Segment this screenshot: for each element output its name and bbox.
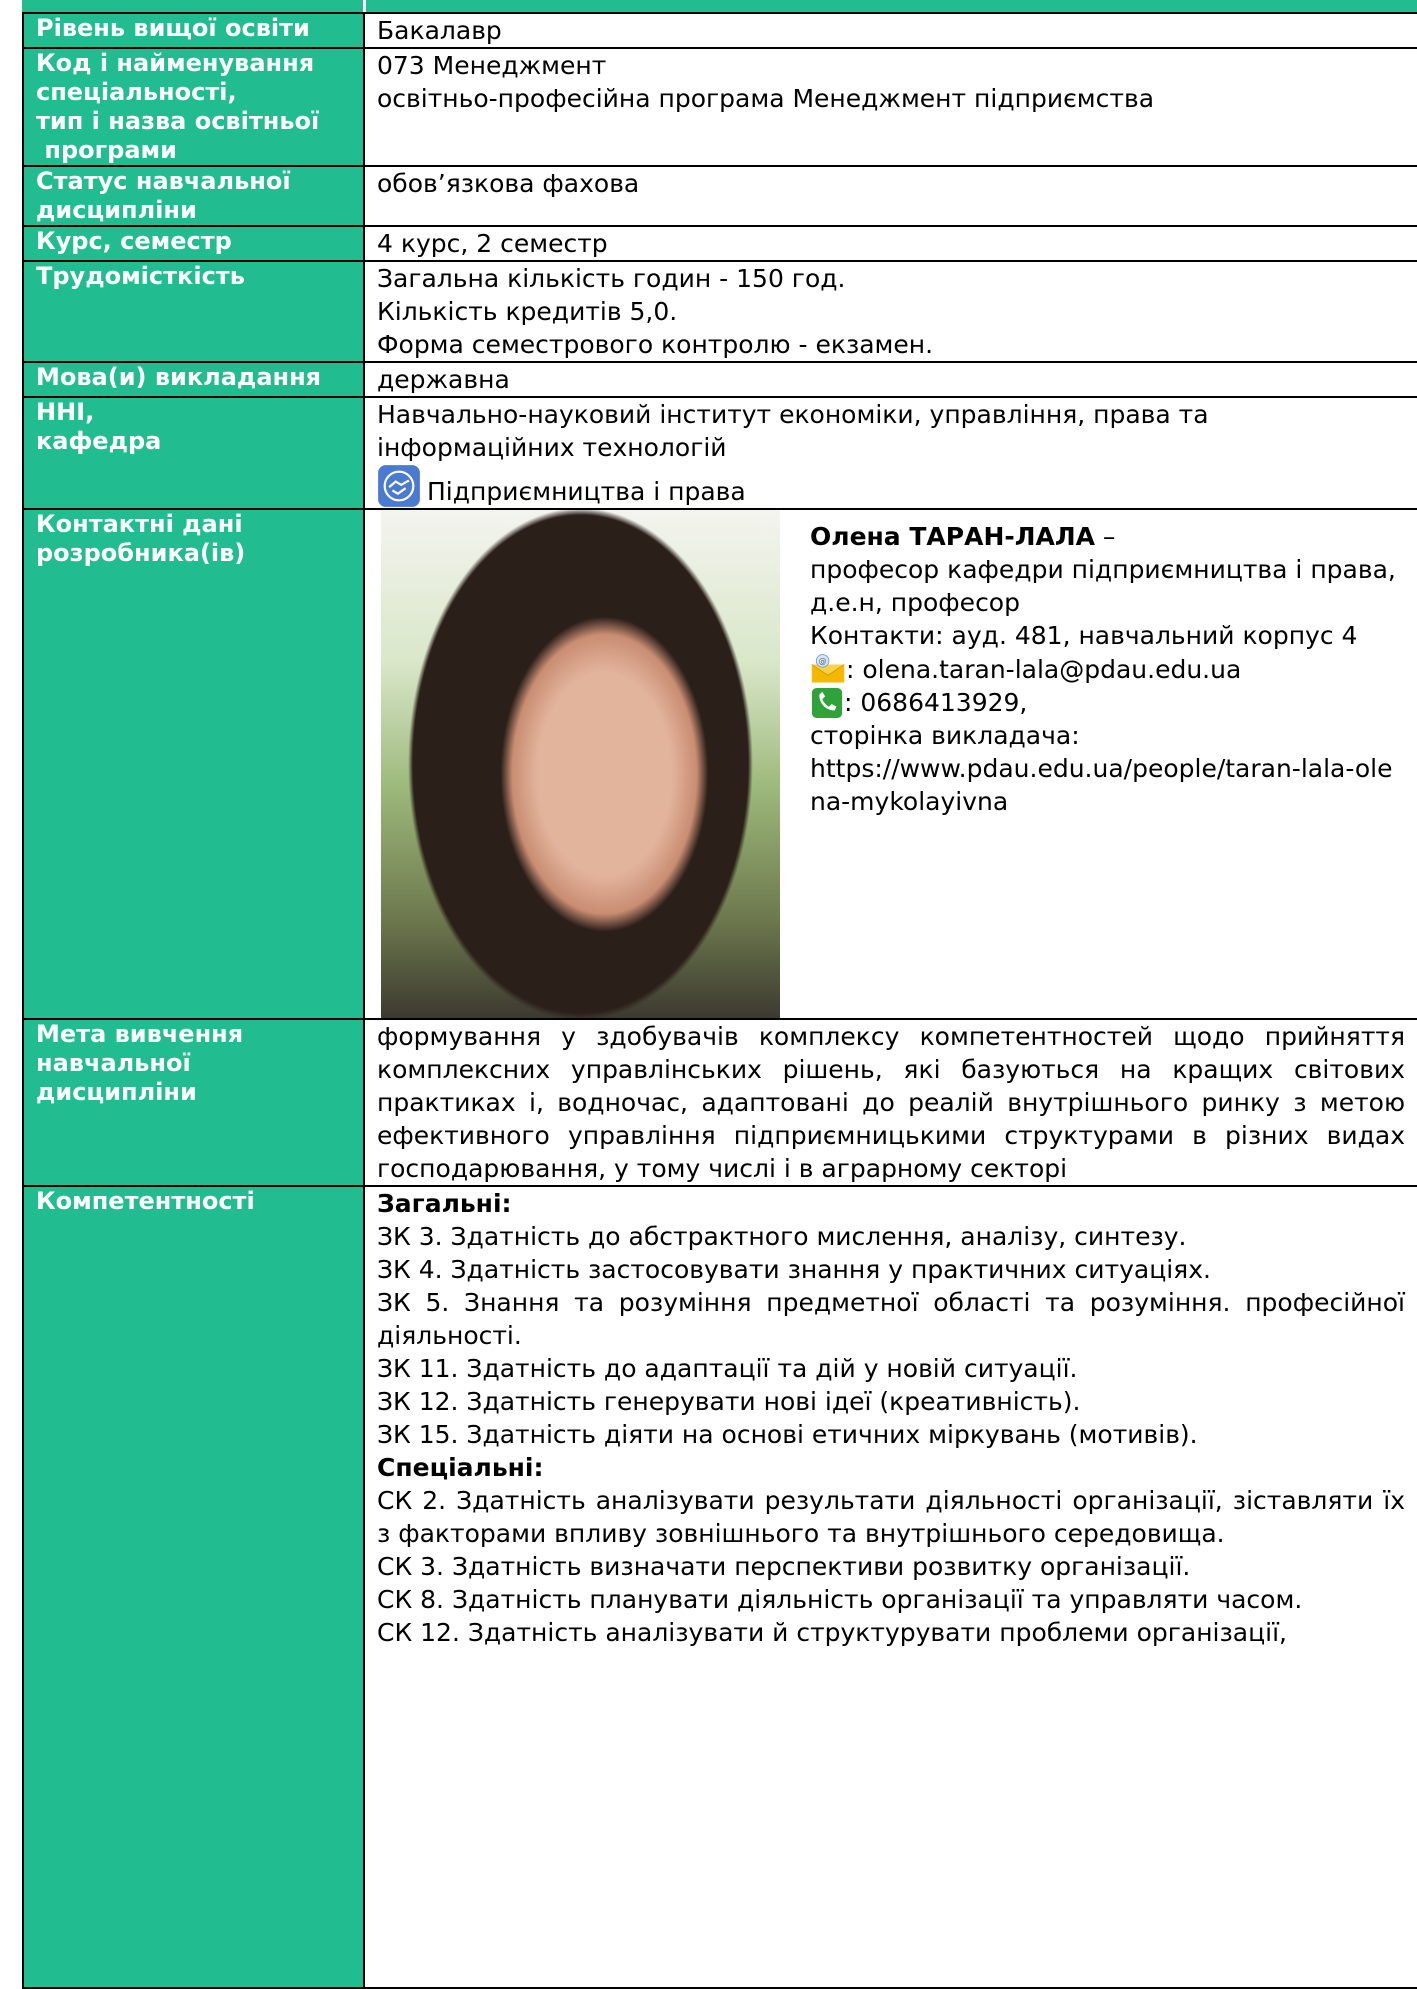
label-status: Статус навчальної дисципліни	[22, 165, 365, 227]
phone-row: : 0686413929,	[810, 686, 1405, 719]
value-status: обов’язкова фахова	[363, 165, 1417, 227]
teacher-name-line: Олена ТАРАН-ЛАЛА –	[810, 520, 1405, 553]
label-line: програми	[36, 136, 177, 164]
label-line: ННІ,	[36, 398, 95, 426]
value-course: 4 курс, 2 семестр	[363, 225, 1417, 262]
competence-item: ЗК 4. Здатність застосовувати знання у п…	[377, 1255, 1211, 1284]
value-goal: формування у здобувачів комплексу компет…	[363, 1018, 1417, 1187]
label-institute: ННІ, кафедра	[22, 396, 365, 510]
label-line: Статус навчальної	[36, 167, 291, 195]
label-line: тип і назва освітньої	[36, 107, 320, 135]
teacher-email[interactable]: : olena.taran-lala@pdau.edu.ua	[846, 653, 1241, 686]
phone-icon	[811, 687, 843, 718]
teacher-page-link[interactable]: https://www.pdau.edu.ua/people/taran-lal…	[810, 752, 1405, 818]
value-institute: Навчально-науковий інститут економіки, у…	[363, 396, 1417, 510]
competence-item: ЗК 15. Здатність діяти на основі етичних…	[377, 1420, 1198, 1449]
teacher-photo	[381, 510, 780, 1018]
label-workload: Трудомісткість	[22, 260, 365, 363]
svg-text:@: @	[819, 656, 827, 666]
value-workload: Загальна кількість годин - 150 год. Кіль…	[363, 260, 1417, 363]
label-line: дисципліни	[36, 1078, 197, 1106]
value-contacts: Олена ТАРАН-ЛАЛА – професор кафедри підп…	[363, 508, 1417, 1020]
competence-item: СК 2. Здатність аналізувати результати д…	[377, 1486, 1405, 1548]
label-line: кафедра	[36, 427, 162, 455]
value-line: інформаційних технологій	[377, 433, 727, 462]
name-dash: –	[1094, 522, 1116, 551]
label-line: навчальної	[36, 1049, 191, 1077]
value-line: Кількість кредитів 5,0.	[377, 297, 678, 326]
label-contacts: Контактні дані розробника(ів)	[22, 508, 365, 1020]
label-specialty: Код і найменування спеціальності, тип і …	[22, 47, 365, 167]
label-line: Код і найменування	[36, 49, 315, 77]
competence-item: СК 8. Здатність планувати діяльність орг…	[377, 1585, 1303, 1614]
value-language: державна	[363, 361, 1417, 398]
label-line: Контактні дані	[36, 510, 243, 538]
row-course: Курс, семестр 4 курс, 2 семестр	[22, 225, 1417, 262]
competence-item: ЗК 11. Здатність до адаптації та дій у н…	[377, 1354, 1078, 1383]
email-row: @ : olena.taran-lala@pdau.edu.ua	[810, 652, 1405, 686]
competence-item: ЗК 5. Знання та розуміння предметної обл…	[377, 1288, 1405, 1350]
label-goal: Мета вивчення навчальної дисципліни	[22, 1018, 365, 1187]
value-education-level: Бакалавр	[363, 12, 1417, 49]
department-line: Підприємництва і права	[377, 464, 1405, 508]
label-course: Курс, семестр	[22, 225, 365, 262]
contact-details: Олена ТАРАН-ЛАЛА – професор кафедри підп…	[810, 510, 1405, 1018]
value-competences: Загальні: ЗК 3. Здатність до абстрактног…	[363, 1185, 1417, 1989]
label-line: дисципліни	[36, 196, 197, 224]
person-card: Олена ТАРАН-ЛАЛА – професор кафедри підп…	[377, 510, 1405, 1018]
competence-item: ЗК 3. Здатність до абстрактного мислення…	[377, 1222, 1187, 1251]
value-line: Загальна кількість годин - 150 год.	[377, 264, 846, 293]
teacher-position: професор кафедри підприємництва і права,…	[810, 555, 1396, 617]
row-specialty: Код і найменування спеціальності, тип і …	[22, 47, 1417, 167]
label-language: Мова(и) викладання	[22, 361, 365, 398]
value-line: Навчально-науковий інститут економіки, у…	[377, 400, 1209, 429]
value-line: Форма семестрового контролю - екзамен.	[377, 330, 934, 359]
competence-item: ЗК 12. Здатність генерувати нові ідеї (к…	[377, 1387, 1081, 1416]
row-status: Статус навчальної дисципліни обов’язкова…	[22, 165, 1417, 227]
row-competences: Компетентності Загальні: ЗК 3. Здатність…	[22, 1185, 1417, 1989]
department-name: Підприємництва і права	[427, 477, 746, 506]
course-info-table: Рівень вищої освіти Бакалавр Код і найме…	[22, 12, 1417, 1989]
competence-item: СК 12. Здатність аналізувати й структуру…	[377, 1618, 1287, 1647]
label-line: спеціальності,	[36, 78, 237, 106]
row-language: Мова(и) викладання державна	[22, 361, 1417, 398]
teacher-page-label: сторінка викладача:	[810, 721, 1080, 750]
teacher-phone: : 0686413929,	[844, 688, 1028, 717]
general-competences-title: Загальні:	[377, 1189, 512, 1218]
label-competences: Компетентності	[22, 1185, 365, 1989]
value-line: 073 Менеджмент	[377, 51, 607, 80]
row-education-level: Рівень вищої освіти Бакалавр	[22, 12, 1417, 49]
teacher-name: Олена ТАРАН-ЛАЛА	[810, 522, 1095, 551]
label-line: Мета вивчення	[36, 1020, 244, 1048]
special-competences-title: Спеціальні:	[377, 1453, 544, 1482]
value-specialty: 073 Менеджмент освітньо-професійна прогр…	[363, 47, 1417, 167]
row-contacts: Контактні дані розробника(ів) Олена ТАРА…	[22, 508, 1417, 1020]
row-institute: ННІ, кафедра Навчально-науковий інститут…	[22, 396, 1417, 510]
email-icon: @	[811, 654, 845, 683]
row-goal: Мета вивчення навчальної дисципліни форм…	[22, 1018, 1417, 1187]
value-line: освітньо-професійна програма Менеджмент …	[377, 84, 1155, 113]
label-education-level: Рівень вищої освіти	[22, 12, 365, 49]
row-workload: Трудомісткість Загальна кількість годин …	[22, 260, 1417, 363]
handshake-icon	[378, 465, 420, 507]
label-line: розробника(ів)	[36, 539, 246, 567]
competence-item: СК 3. Здатність визначати перспективи ро…	[377, 1552, 1191, 1581]
teacher-room: Контакти: ауд. 481, навчальний корпус 4	[810, 621, 1358, 650]
